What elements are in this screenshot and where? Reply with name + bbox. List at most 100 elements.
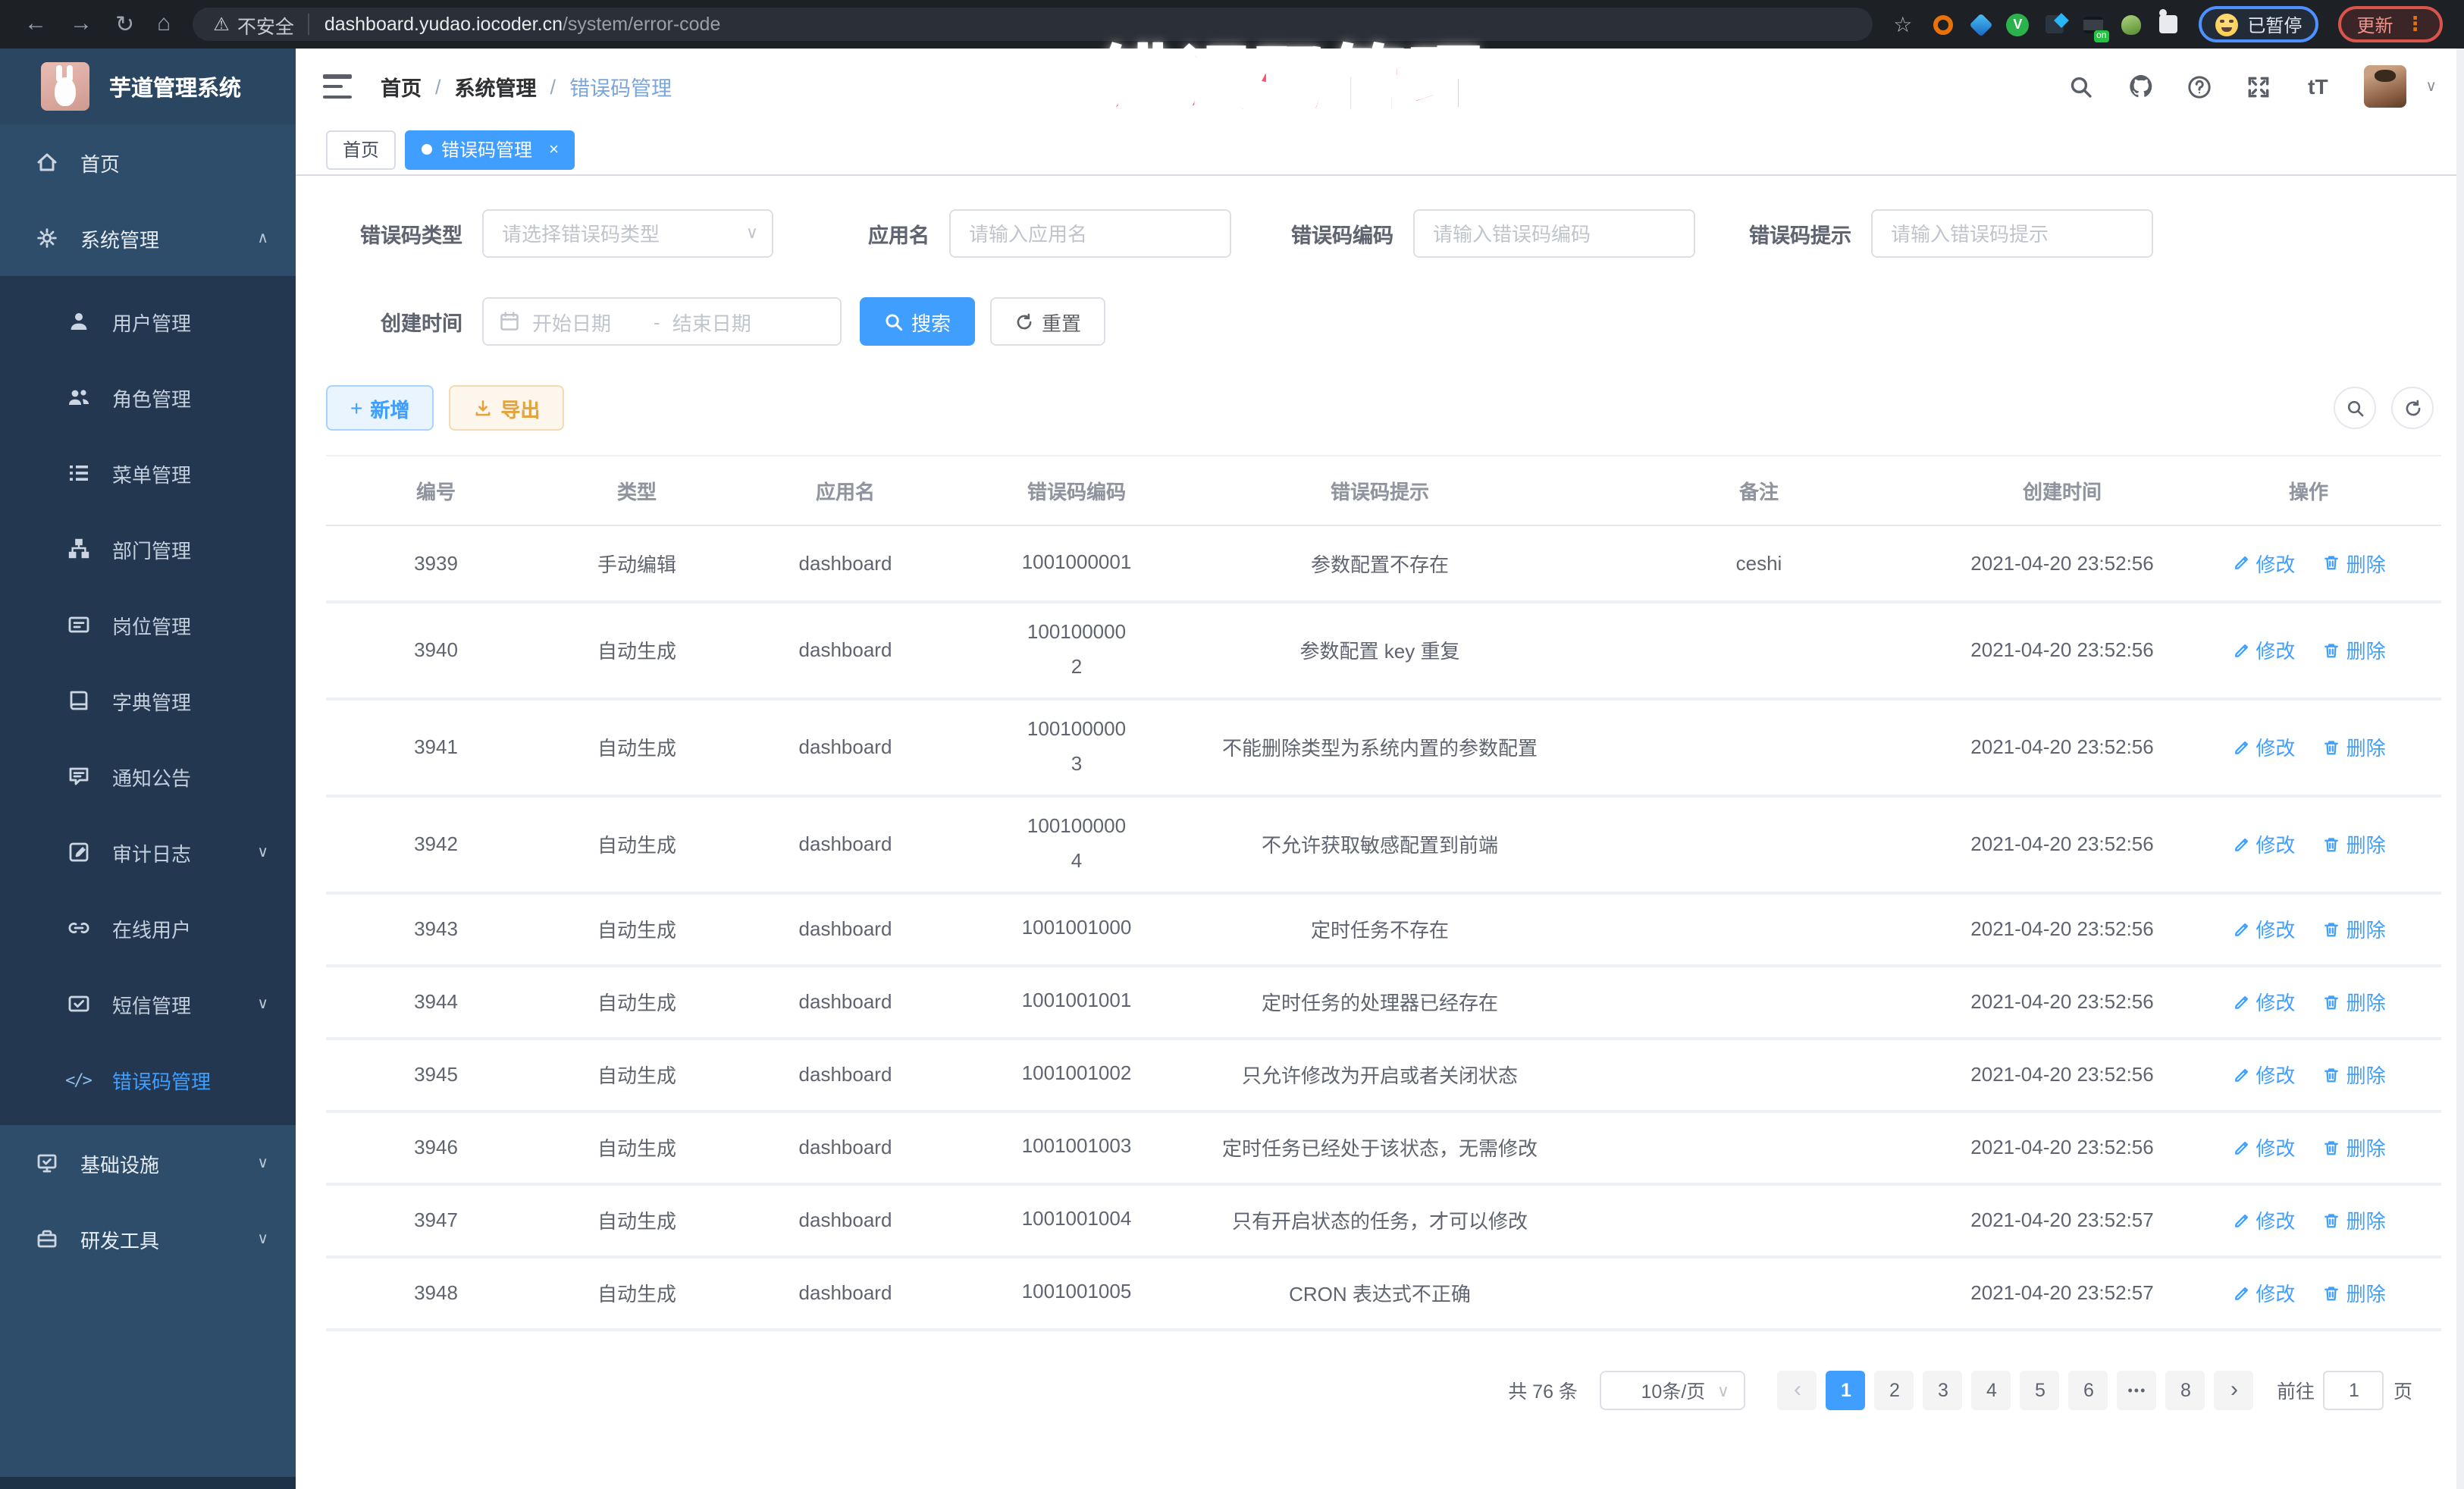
extension-ring-icon[interactable] [1930, 12, 1955, 36]
browser-menu-dots-icon[interactable]: ⋮ [2405, 12, 2425, 36]
page-button-2[interactable]: 2 [1875, 1370, 1914, 1409]
browser-home-icon[interactable]: ⌂ [157, 11, 171, 38]
add-button[interactable]: + 新增 [326, 385, 434, 431]
page-button-3[interactable]: 3 [1923, 1370, 1963, 1409]
delete-link[interactable]: 删除 [2322, 914, 2386, 943]
delete-link[interactable]: 删除 [2322, 1060, 2386, 1089]
watermark-annotation: 错误码管理 [1101, 21, 1487, 127]
breadcrumb-system[interactable]: 系统管理 [455, 71, 537, 102]
more-pages-button[interactable]: ••• [2118, 1370, 2157, 1409]
fullscreen-icon[interactable] [2245, 73, 2272, 100]
sidebar-item-system-management[interactable]: 系统管理 ∧ [0, 200, 296, 276]
chrome-update-button[interactable]: 更新 ⋮ [2338, 6, 2443, 42]
collapse-sidebar-icon[interactable] [323, 74, 352, 99]
tab-close-icon[interactable]: × [549, 140, 559, 158]
cell-id: 3941 [326, 698, 546, 795]
sidebar-item-home[interactable]: 首页 [0, 124, 296, 200]
extension-gem-icon[interactable] [1968, 12, 1992, 36]
edit-link[interactable]: 修改 [2231, 549, 2295, 578]
sidebar-item-post-management[interactable]: 岗位管理 [0, 587, 296, 663]
sidebar-item-dev-tools[interactable]: 研发工具 ∨ [0, 1201, 296, 1277]
refresh-table-button[interactable] [2391, 387, 2434, 429]
error-code-input[interactable] [1413, 209, 1695, 258]
delete-link[interactable]: 删除 [2322, 549, 2386, 578]
sidebar-item-dict-management[interactable]: 字典管理 [0, 663, 296, 738]
browser-back-icon[interactable]: ← [24, 11, 47, 38]
app-name-input[interactable] [949, 209, 1231, 258]
edit-link[interactable]: 修改 [2231, 1133, 2295, 1161]
extension-switch-icon[interactable]: on [2080, 12, 2105, 36]
edit-link[interactable]: 修改 [2231, 635, 2295, 664]
github-icon[interactable] [2127, 73, 2154, 100]
edit-link[interactable]: 修改 [2231, 1060, 2295, 1089]
goto-page-input[interactable] [2324, 1370, 2384, 1409]
user-icon [65, 309, 91, 334]
delete-link[interactable]: 删除 [2322, 1205, 2386, 1234]
font-size-icon[interactable]: tT [2304, 73, 2331, 100]
tab-error-code[interactable]: 错误码管理 × [405, 130, 575, 169]
search-icon[interactable] [2067, 73, 2095, 100]
bookmark-star-icon[interactable]: ☆ [1893, 11, 1912, 37]
col-created: 创建时间 [1948, 456, 2176, 525]
edit-link[interactable]: 修改 [2231, 914, 2295, 943]
delete-link[interactable]: 删除 [2322, 1278, 2386, 1307]
extension-diamond-icon[interactable] [2042, 12, 2067, 36]
delete-link[interactable]: 删除 [2322, 987, 2386, 1016]
edit-link[interactable]: 修改 [2231, 987, 2295, 1016]
show-search-toggle-button[interactable] [2334, 387, 2376, 429]
avatar-caret-down-icon[interactable]: ∨ [2425, 78, 2437, 95]
user-avatar[interactable] [2363, 65, 2406, 108]
download-icon [473, 398, 493, 418]
prev-page-button[interactable]: ‹ [1778, 1370, 1817, 1409]
delete-link[interactable]: 删除 [2322, 732, 2386, 761]
page-size-select[interactable]: 10条/页 ∨ [1600, 1370, 1746, 1409]
reset-button[interactable]: 重置 [990, 297, 1105, 346]
page-button-5[interactable]: 5 [2020, 1370, 2060, 1409]
edit-link[interactable]: 修改 [2231, 1205, 2295, 1234]
export-button[interactable]: 导出 [449, 385, 564, 431]
cell-created: 2021-04-20 23:52:57 [1948, 1183, 2176, 1256]
sidebar-item-online-users[interactable]: 在线用户 [0, 890, 296, 966]
sidebar-item-audit-log[interactable]: 审计日志 ∨ [0, 814, 296, 890]
edit-link[interactable]: 修改 [2231, 829, 2295, 858]
sidebar-item-infrastructure[interactable]: 基础设施 ∨ [0, 1125, 296, 1201]
browser-forward-icon[interactable]: → [70, 11, 92, 38]
edit-pencil-icon [2231, 1284, 2251, 1302]
extensions-puzzle-icon[interactable] [2156, 12, 2180, 36]
sidebar-item-sms-management[interactable]: 短信管理 ∨ [0, 966, 296, 1042]
cell-memo: ceshi [1569, 525, 1948, 601]
page-button-6[interactable]: 6 [2069, 1370, 2108, 1409]
delete-link[interactable]: 删除 [2322, 829, 2386, 858]
error-type-select[interactable] [482, 209, 773, 258]
sidebar-item-user-management[interactable]: 用户管理 [0, 284, 296, 359]
help-icon[interactable] [2186, 73, 2213, 100]
delete-link[interactable]: 删除 [2322, 1133, 2386, 1161]
browser-reload-icon[interactable]: ↻ [115, 11, 134, 38]
sidebar-item-role-management[interactable]: 角色管理 [0, 359, 296, 435]
scrollbar[interactable] [2456, 49, 2464, 1489]
date-range-picker[interactable]: 开始日期 - 结束日期 [482, 297, 842, 346]
error-hint-input[interactable] [1871, 209, 2153, 258]
breadcrumb-home[interactable]: 首页 [381, 71, 422, 102]
page-button-4[interactable]: 4 [1972, 1370, 2011, 1409]
edit-link[interactable]: 修改 [2231, 1278, 2295, 1307]
next-page-button[interactable]: › [2215, 1370, 2254, 1409]
page-button-1[interactable]: 1 [1826, 1370, 1866, 1409]
sidebar-item-label: 短信管理 [112, 989, 191, 1018]
address-bar[interactable]: ⚠ 不安全 dashboard.yudao.iocoder.cn /system… [192, 8, 1872, 41]
sidebar-item-label: 错误码管理 [112, 1065, 211, 1094]
delete-link[interactable]: 删除 [2322, 635, 2386, 664]
sidebar-item-notice-management[interactable]: 通知公告 [0, 738, 296, 814]
sidebar-item-error-code-management[interactable]: </> 错误码管理 [0, 1042, 296, 1118]
tab-home[interactable]: 首页 [326, 130, 396, 169]
sidebar-item-dept-management[interactable]: 部门管理 [0, 511, 296, 587]
edit-link[interactable]: 修改 [2231, 732, 2295, 761]
app-logo[interactable]: 芋道管理系统 [0, 49, 296, 124]
extension-v-icon[interactable]: V [2006, 13, 2029, 36]
sidebar-item-menu-management[interactable]: 菜单管理 [0, 435, 296, 511]
search-button[interactable]: 搜索 [860, 297, 975, 346]
not-secure-label[interactable]: 不安全 [237, 10, 294, 39]
profile-paused-chip[interactable]: 已暂停 [2199, 6, 2318, 42]
page-button-8[interactable]: 8 [2166, 1370, 2205, 1409]
extension-frog-icon[interactable] [2118, 12, 2143, 36]
